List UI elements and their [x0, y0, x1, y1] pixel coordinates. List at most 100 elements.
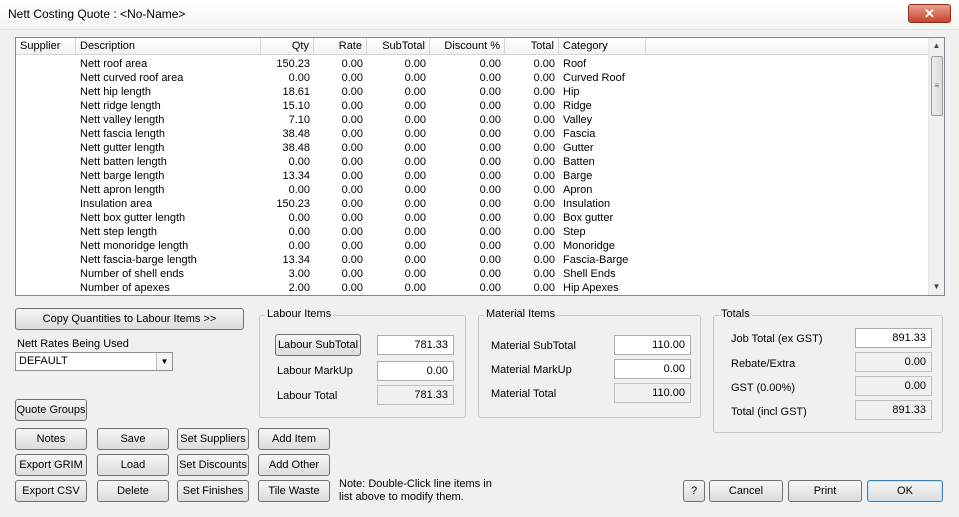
- table-row[interactable]: Nett apron length 0.00 0.00 0.00 0.00 0.00 Apr…: [16, 183, 929, 197]
- cell-discount: 0.00: [479, 226, 501, 238]
- cancel-button[interactable]: Cancel: [709, 480, 783, 502]
- table-row[interactable]: Nett barge length 13.34 0.00 0.00 0.00 0.00 Ba…: [16, 169, 929, 183]
- column-header-qty[interactable]: Qty: [261, 38, 314, 55]
- quote-groups-button[interactable]: Quote Groups: [15, 399, 87, 421]
- table-row[interactable]: Nett ridge length 15.10 0.00 0.00 0.00 0.00 Ri…: [16, 99, 929, 113]
- table-row[interactable]: Nett curved roof area 0.00 0.00 0.00 0.00 0.0…: [16, 71, 929, 85]
- cell-supplier: [16, 211, 76, 225]
- cell-rate: 0.00: [341, 282, 363, 294]
- material-subtotal-field[interactable]: 110.00: [614, 335, 691, 355]
- cell-rate: 0.00: [341, 170, 363, 182]
- scroll-down-icon[interactable]: ▼: [929, 279, 944, 295]
- cell-subtotal: 0.00: [404, 282, 426, 294]
- add-item-button[interactable]: Add Item: [258, 428, 330, 450]
- cell-subtotal: 0.00: [404, 72, 426, 84]
- table-row[interactable]: Nett batten length 0.00 0.00 0.00 0.00 0.00 Ba…: [16, 155, 929, 169]
- cell-subtotal: 0.00: [404, 268, 426, 280]
- cell-total: 0.00: [533, 58, 555, 70]
- list-header: Supplier Description Qty Rate SubTotal D…: [16, 38, 929, 55]
- table-row[interactable]: Insulation area 150.23 0.00 0.00 0.00 0.00 Ins…: [16, 197, 929, 211]
- cell-supplier: [16, 281, 76, 295]
- column-header-supplier[interactable]: Supplier: [16, 38, 76, 55]
- cell-category: Valley: [563, 114, 593, 126]
- set-discounts-button[interactable]: Set Discounts: [177, 454, 249, 476]
- cell-category: Barge: [563, 170, 593, 182]
- table-row[interactable]: Nett valley length 7.10 0.00 0.00 0.00 0.00 Va…: [16, 113, 929, 127]
- total-incl-gst-field: 891.33: [855, 400, 932, 420]
- copy-quantities-button[interactable]: Copy Quantities to Labour Items >>: [15, 308, 244, 330]
- scroll-thumb[interactable]: ≡: [931, 56, 943, 116]
- export-grim-button[interactable]: Export GRIM: [15, 454, 87, 476]
- cell-rate: 0.00: [341, 198, 363, 210]
- cell-discount: 0.00: [479, 254, 501, 266]
- column-header-category[interactable]: Category: [559, 38, 646, 55]
- column-header-discount[interactable]: Discount %: [430, 38, 505, 55]
- cell-total: 0.00: [533, 240, 555, 252]
- add-other-button[interactable]: Add Other: [258, 454, 330, 476]
- cell-subtotal: 0.00: [404, 212, 426, 224]
- list-scrollbar[interactable]: ▲ ≡ ▼: [928, 38, 944, 295]
- table-row[interactable]: Number of shell ends 3.00 0.00 0.00 0.00 0.00…: [16, 267, 929, 281]
- cell-description: Number of shell ends: [80, 268, 184, 280]
- table-row[interactable]: Nett fascia length 38.48 0.00 0.00 0.00 0.00 F…: [16, 127, 929, 141]
- cell-description: Nett barge length: [80, 170, 165, 182]
- cell-discount: 0.00: [479, 240, 501, 252]
- labour-subtotal-field[interactable]: 781.33: [377, 335, 454, 355]
- cell-total: 0.00: [533, 142, 555, 154]
- cell-subtotal: 0.00: [404, 198, 426, 210]
- cell-qty: 150.23: [276, 58, 310, 70]
- load-button[interactable]: Load: [97, 454, 169, 476]
- rates-select[interactable]: DEFAULT ▼: [15, 352, 173, 371]
- table-row[interactable]: Number of apexes 2.00 0.00 0.00 0.00 0.00 Hip …: [16, 281, 929, 295]
- scroll-up-icon[interactable]: ▲: [929, 38, 944, 54]
- set-suppliers-button[interactable]: Set Suppliers: [177, 428, 249, 450]
- table-row[interactable]: Nett step length 0.00 0.00 0.00 0.00 0.00 Step: [16, 225, 929, 239]
- window-title: Nett Costing Quote : <No-Name>: [8, 7, 186, 21]
- cell-rate: 0.00: [341, 240, 363, 252]
- cell-rate: 0.00: [341, 128, 363, 140]
- column-header-rate[interactable]: Rate: [314, 38, 367, 55]
- delete-button[interactable]: Delete: [97, 480, 169, 502]
- cell-category: Curved Roof: [563, 72, 625, 84]
- ok-button[interactable]: OK: [867, 480, 943, 502]
- column-header-description[interactable]: Description: [76, 38, 261, 55]
- labour-total-label: Labour Total: [277, 390, 338, 402]
- cell-rate: 0.00: [341, 114, 363, 126]
- cell-rate: 0.00: [341, 212, 363, 224]
- save-button[interactable]: Save: [97, 428, 169, 450]
- cell-supplier: [16, 71, 76, 85]
- cell-subtotal: 0.00: [404, 156, 426, 168]
- close-icon: ✕: [924, 5, 935, 21]
- table-row[interactable]: Nett hip length 18.61 0.00 0.00 0.00 0.00 Hip: [16, 85, 929, 99]
- table-row[interactable]: Nett gutter length 38.48 0.00 0.00 0.00 0.00 G…: [16, 141, 929, 155]
- job-total-field[interactable]: 891.33: [855, 328, 932, 348]
- tile-waste-button[interactable]: Tile Waste: [258, 480, 330, 502]
- cell-qty: 0.00: [288, 184, 310, 196]
- rates-selected-value: DEFAULT: [19, 355, 68, 367]
- table-row[interactable]: Nett fascia-barge length 13.34 0.00 0.00 0.0…: [16, 253, 929, 267]
- column-header-subtotal[interactable]: SubTotal: [367, 38, 430, 55]
- cell-total: 0.00: [533, 156, 555, 168]
- table-row[interactable]: Nett roof area 150.23 0.00 0.00 0.00 0.00 Roof: [16, 57, 929, 71]
- cell-subtotal: 0.00: [404, 240, 426, 252]
- table-row[interactable]: Nett box gutter length 0.00 0.00 0.00 0.00 0.…: [16, 211, 929, 225]
- cell-description: Number of apexes: [80, 282, 170, 294]
- cell-qty: 7.10: [288, 114, 310, 126]
- close-button[interactable]: ✕: [908, 4, 951, 23]
- export-csv-button[interactable]: Export CSV: [15, 480, 87, 502]
- notes-button[interactable]: Notes: [15, 428, 87, 450]
- column-header-total[interactable]: Total: [505, 38, 559, 55]
- material-markup-field[interactable]: 0.00: [614, 359, 691, 379]
- print-button[interactable]: Print: [788, 480, 862, 502]
- cell-category: Fascia-Barge: [563, 254, 629, 266]
- labour-markup-field[interactable]: 0.00: [377, 361, 454, 381]
- gst-field: 0.00: [855, 376, 932, 396]
- set-finishes-button[interactable]: Set Finishes: [177, 480, 249, 502]
- help-button[interactable]: ?: [683, 480, 705, 502]
- cell-rate: 0.00: [341, 268, 363, 280]
- table-row[interactable]: Nett monoridge length 0.00 0.00 0.00 0.00 0.0…: [16, 239, 929, 253]
- labour-subtotal-button[interactable]: Labour SubTotal: [275, 334, 361, 356]
- cost-items-list[interactable]: Supplier Description Qty Rate SubTotal D…: [15, 37, 945, 296]
- chevron-down-icon[interactable]: ▼: [156, 353, 172, 370]
- cell-total: 0.00: [533, 282, 555, 294]
